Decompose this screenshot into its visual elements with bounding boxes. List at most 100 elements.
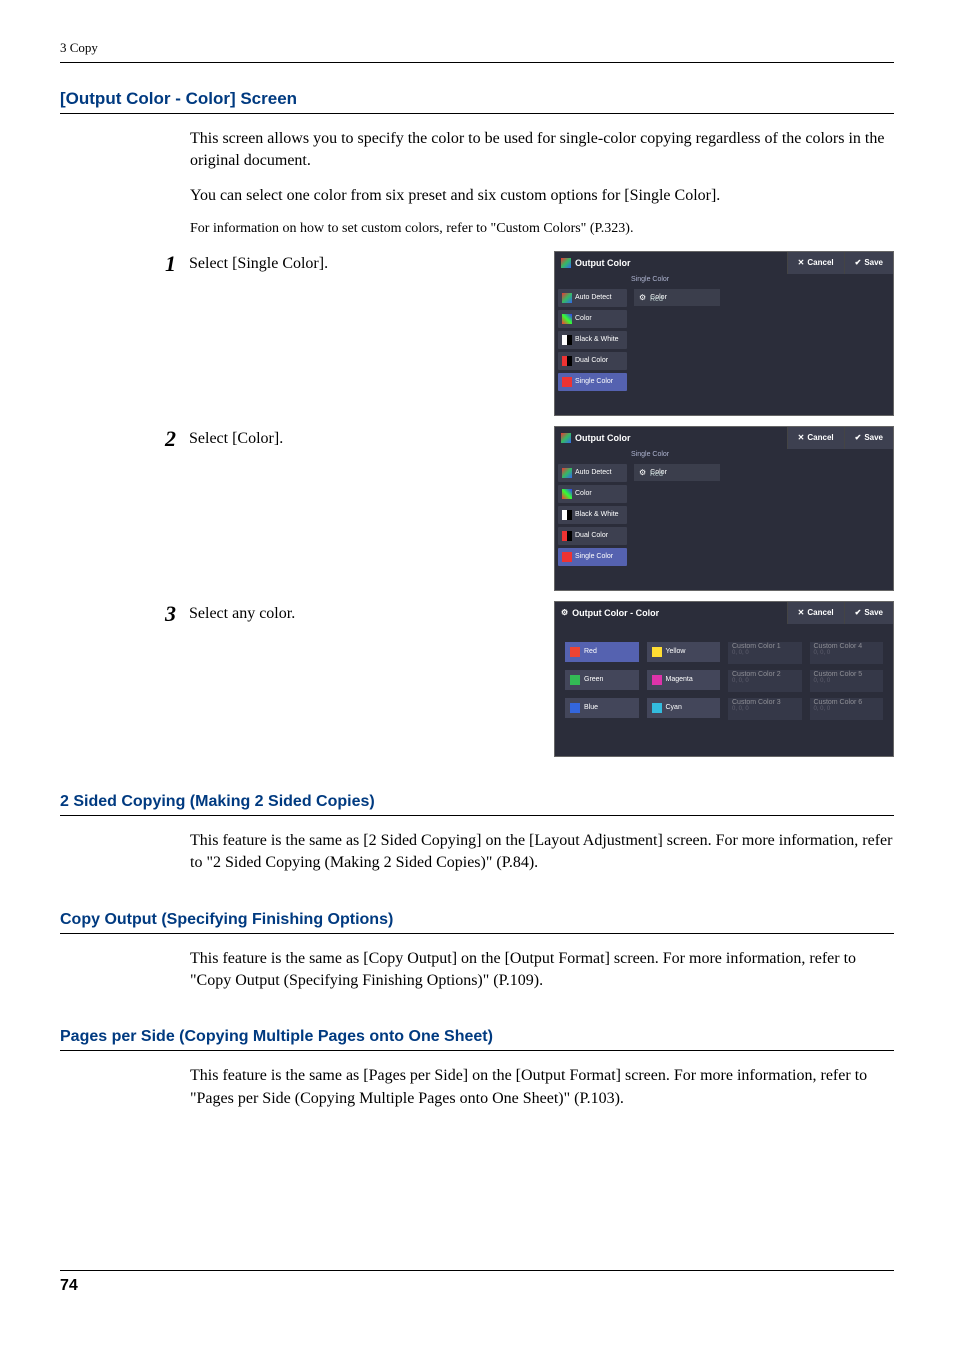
step-text: Select any color. bbox=[189, 601, 554, 623]
screen-title: ⚙ Output Color - Color bbox=[555, 602, 665, 624]
section-title-pages: Pages per Side (Copying Multiple Pages o… bbox=[60, 1028, 894, 1051]
cancel-button[interactable]: ✕Cancel bbox=[787, 427, 844, 449]
paragraph: This feature is the same as [Copy Output… bbox=[190, 948, 894, 993]
color-value: 0, 0, 0 bbox=[814, 650, 831, 656]
color-swatch-icon bbox=[561, 433, 571, 443]
cancel-label: Cancel bbox=[807, 608, 833, 617]
color-custom-5[interactable]: Custom Color 50, 0, 0 bbox=[810, 670, 884, 692]
header-breadcrumb: 3 Copy bbox=[60, 40, 894, 63]
color-swatch-icon bbox=[561, 258, 571, 268]
section-title-output-color: [Output Color - Color] Screen bbox=[60, 89, 894, 114]
x-icon: ✕ bbox=[798, 608, 805, 617]
gear-icon: ⚙ bbox=[639, 293, 646, 302]
cancel-label: Cancel bbox=[807, 258, 833, 267]
save-button[interactable]: ✔Save bbox=[844, 252, 893, 274]
color-value: 0, 0, 0 bbox=[732, 650, 749, 656]
screen-title-text: Output Color - Color bbox=[572, 608, 659, 618]
color-custom-6[interactable]: Custom Color 60, 0, 0 bbox=[810, 698, 884, 720]
step-row: 2 Select [Color]. Output Color ✕Cancel ✔… bbox=[165, 426, 894, 591]
dual-icon bbox=[562, 356, 572, 366]
x-icon: ✕ bbox=[798, 258, 805, 267]
sidebar-label: Dual Color bbox=[575, 532, 608, 539]
sidebar-label: Auto Detect bbox=[575, 294, 612, 301]
page-number: 74 bbox=[60, 1270, 894, 1295]
sidebar: Auto Detect Color Black & White Dual Col… bbox=[555, 285, 630, 415]
color-label: Green bbox=[584, 676, 603, 683]
sidebar-label: Black & White bbox=[575, 511, 619, 518]
color-yellow[interactable]: Yellow bbox=[647, 642, 721, 662]
sidebar-auto-detect[interactable]: Auto Detect bbox=[558, 289, 627, 307]
step-number: 1 bbox=[165, 251, 189, 277]
color-label: Custom Color 1 bbox=[732, 643, 781, 650]
sidebar-bw[interactable]: Black & White bbox=[558, 506, 627, 524]
swatch-cyan bbox=[652, 703, 662, 713]
step-row: 3 Select any color. ⚙ Output Color - Col… bbox=[165, 601, 894, 757]
sidebar-label: Dual Color bbox=[575, 357, 608, 364]
color-label: Blue bbox=[584, 704, 598, 711]
color-label: Custom Color 6 bbox=[814, 699, 863, 706]
cancel-button[interactable]: ✕Cancel bbox=[787, 602, 844, 624]
auto-icon bbox=[562, 293, 572, 303]
screen-title-text: Output Color bbox=[575, 258, 631, 268]
color-cyan[interactable]: Cyan bbox=[647, 698, 721, 718]
color-label: Red bbox=[584, 648, 597, 655]
sidebar-dual[interactable]: Dual Color bbox=[558, 527, 627, 545]
sidebar-label: Color bbox=[575, 490, 592, 497]
sidebar-label: Color bbox=[575, 315, 592, 322]
check-icon: ✔ bbox=[855, 433, 862, 442]
step-text: Select [Color]. bbox=[189, 426, 554, 448]
gear-icon: ⚙ bbox=[561, 608, 568, 617]
color-label: Custom Color 4 bbox=[814, 643, 863, 650]
x-icon: ✕ bbox=[798, 433, 805, 442]
step-text: Select [Single Color]. bbox=[189, 251, 554, 273]
sidebar: Auto Detect Color Black & White Dual Col… bbox=[555, 460, 630, 590]
swatch-green bbox=[570, 675, 580, 685]
sidebar-label: Auto Detect bbox=[575, 469, 612, 476]
color-custom-2[interactable]: Custom Color 20, 0, 0 bbox=[728, 670, 802, 692]
step-number: 2 bbox=[165, 426, 189, 452]
color-value: 0, 0, 0 bbox=[732, 678, 749, 684]
paragraph-note: For information on how to set custom col… bbox=[190, 219, 894, 239]
save-label: Save bbox=[864, 258, 883, 267]
color-red[interactable]: Red bbox=[565, 642, 639, 662]
gear-icon: ⚙ bbox=[639, 468, 646, 477]
paragraph: You can select one color from six preset… bbox=[190, 185, 894, 207]
sidebar-label: Single Color bbox=[575, 378, 613, 385]
color-magenta[interactable]: Magenta bbox=[647, 670, 721, 690]
color-green[interactable]: Green bbox=[565, 670, 639, 690]
color-blue[interactable]: Blue bbox=[565, 698, 639, 718]
chip-value: Red bbox=[650, 471, 893, 478]
color-label: Custom Color 2 bbox=[732, 671, 781, 678]
cancel-label: Cancel bbox=[807, 433, 833, 442]
screenshot-output-color-2: Output Color ✕Cancel ✔Save Single Color … bbox=[554, 426, 894, 591]
cancel-button[interactable]: ✕Cancel bbox=[787, 252, 844, 274]
auto-icon bbox=[562, 468, 572, 478]
sidebar-label: Black & White bbox=[575, 336, 619, 343]
sidebar-dual[interactable]: Dual Color bbox=[558, 352, 627, 370]
sidebar-bw[interactable]: Black & White bbox=[558, 331, 627, 349]
save-label: Save bbox=[864, 608, 883, 617]
sidebar-auto-detect[interactable]: Auto Detect bbox=[558, 464, 627, 482]
color-custom-3[interactable]: Custom Color 30, 0, 0 bbox=[728, 698, 802, 720]
color-grid: Red Yellow Custom Color 10, 0, 0 Custom … bbox=[555, 624, 893, 728]
bw-icon bbox=[562, 335, 572, 345]
sidebar-single[interactable]: Single Color bbox=[558, 373, 627, 391]
paragraph: This feature is the same as [2 Sided Cop… bbox=[190, 830, 894, 875]
screenshot-output-color-1: Output Color ✕Cancel ✔Save Single Color … bbox=[554, 251, 894, 416]
sidebar-single[interactable]: Single Color bbox=[558, 548, 627, 566]
save-button[interactable]: ✔Save bbox=[844, 427, 893, 449]
color-icon bbox=[562, 314, 572, 324]
sidebar-color[interactable]: Color bbox=[558, 310, 627, 328]
swatch-yellow bbox=[652, 647, 662, 657]
panel-subheading: Single Color bbox=[631, 276, 893, 283]
swatch-blue bbox=[570, 703, 580, 713]
save-button[interactable]: ✔Save bbox=[844, 602, 893, 624]
color-custom-1[interactable]: Custom Color 10, 0, 0 bbox=[728, 642, 802, 664]
section-title-copy-output: Copy Output (Specifying Finishing Option… bbox=[60, 911, 894, 934]
color-label: Custom Color 3 bbox=[732, 699, 781, 706]
color-custom-4[interactable]: Custom Color 40, 0, 0 bbox=[810, 642, 884, 664]
sidebar-color[interactable]: Color bbox=[558, 485, 627, 503]
screen-title-text: Output Color bbox=[575, 433, 631, 443]
color-icon bbox=[562, 489, 572, 499]
screen-title: Output Color bbox=[555, 252, 637, 274]
